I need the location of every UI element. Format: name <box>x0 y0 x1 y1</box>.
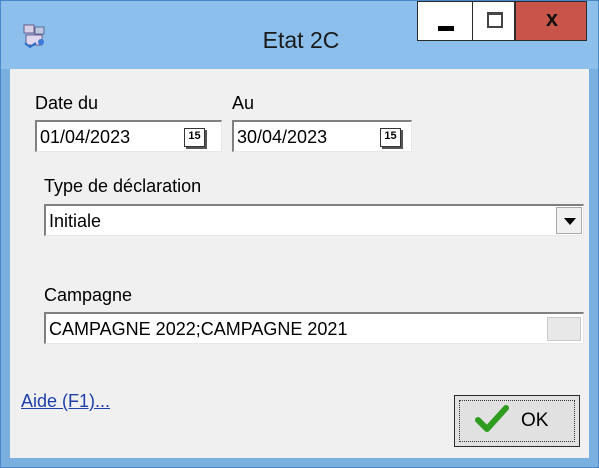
ok-button[interactable]: OK <box>454 395 580 447</box>
ok-label: OK <box>521 410 549 431</box>
calendar-icon[interactable]: 15 <box>184 128 205 147</box>
campaign-label: Campagne <box>44 285 133 305</box>
window-title: Etat 2C <box>262 27 340 53</box>
title-bar[interactable]: Etat 2C x <box>1 1 598 69</box>
chevron-down-icon[interactable] <box>556 207 582 234</box>
declaration-type-select[interactable]: Initiale <box>44 204 584 236</box>
campaign-picker-button[interactable] <box>547 317 581 341</box>
date-to-value: 30/04/2023 <box>237 127 328 147</box>
calendar-icon[interactable]: 15 <box>380 128 401 147</box>
help-link[interactable]: Aide (F1)... <box>21 391 110 412</box>
minimize-button[interactable] <box>417 1 473 41</box>
date-from-field[interactable]: 01/04/2023 15 <box>35 120 222 152</box>
campaign-field[interactable]: CAMPAGNE 2022;CAMPAGNE 2021 <box>44 312 584 344</box>
close-button[interactable]: x <box>515 1 587 41</box>
dialog-window: Etat 2C x Date du 01/04/2023 15 Au 30/04… <box>0 0 599 468</box>
maximize-button[interactable] <box>472 1 515 41</box>
close-icon: x <box>545 6 559 31</box>
date-from-value: 01/04/2023 <box>40 127 131 147</box>
app-icon <box>23 24 45 49</box>
declaration-type-label: Type de déclaration <box>44 176 202 196</box>
checkmark-icon <box>475 405 509 432</box>
date-from-label: Date du <box>35 93 99 113</box>
declaration-type-value: Initiale <box>49 211 102 231</box>
campaign-value: CAMPAGNE 2022;CAMPAGNE 2021 <box>49 319 348 339</box>
date-to-label: Au <box>232 93 255 113</box>
date-to-field[interactable]: 30/04/2023 15 <box>232 120 412 152</box>
